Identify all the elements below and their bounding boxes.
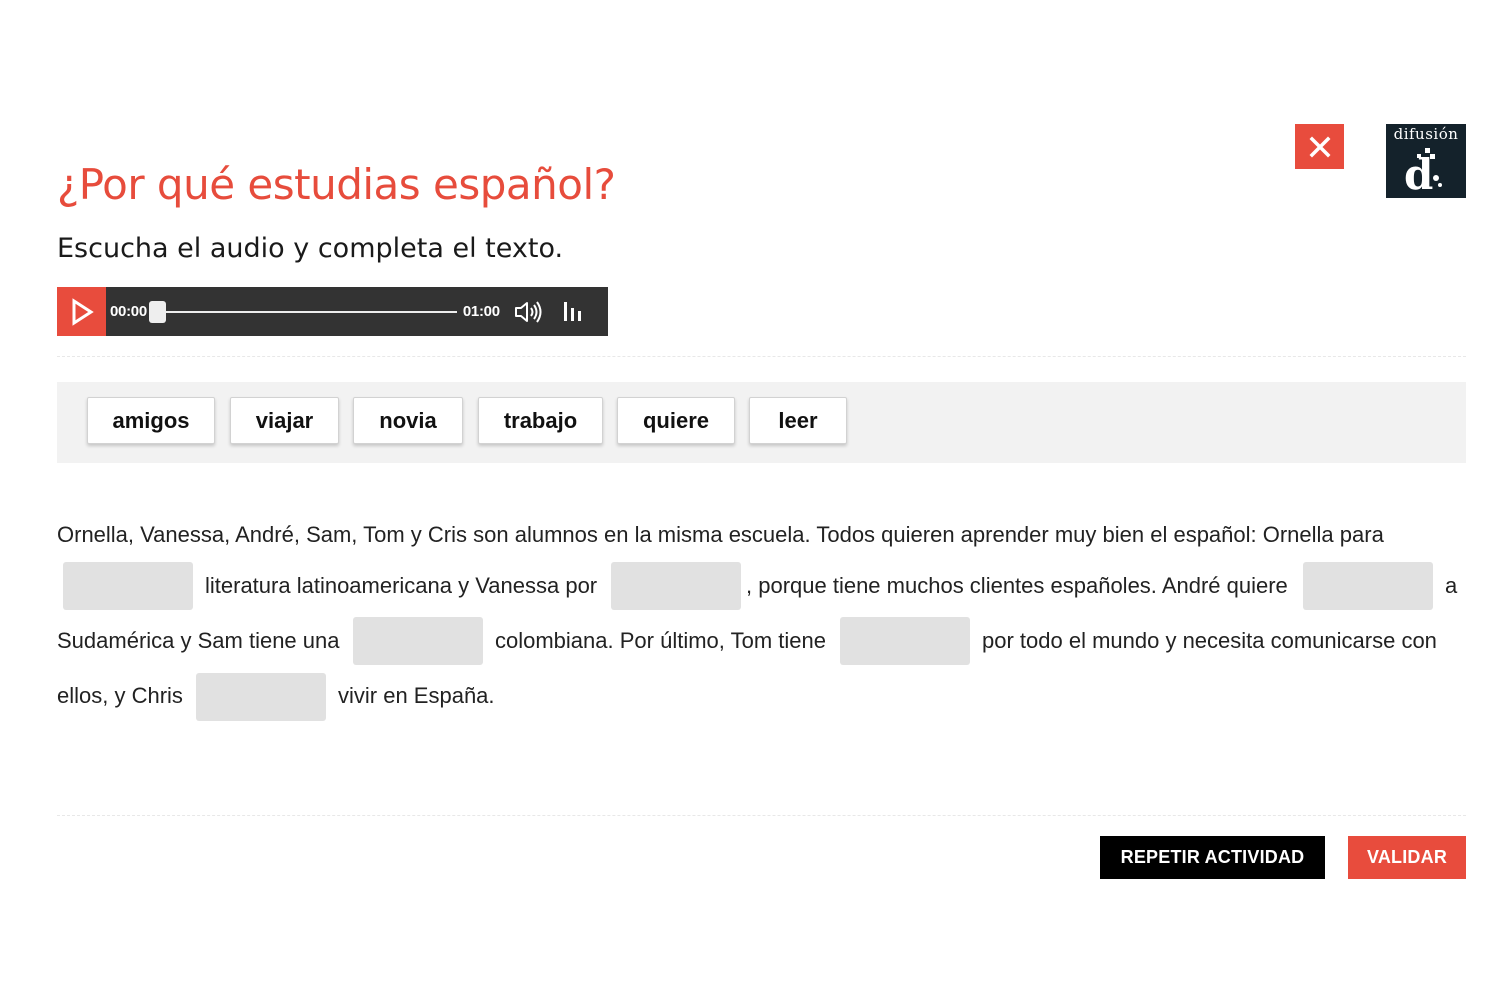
play-icon bbox=[72, 297, 94, 326]
seek-bar[interactable] bbox=[148, 300, 457, 323]
passage-text: ellos, y Chris bbox=[57, 683, 183, 708]
difusion-logo-icon: d bbox=[1404, 148, 1442, 194]
play-button[interactable] bbox=[57, 287, 106, 336]
volume-button[interactable] bbox=[514, 299, 544, 325]
equalizer-icon bbox=[563, 301, 581, 321]
equalizer-button[interactable] bbox=[562, 300, 584, 324]
duration-time: 01:00 bbox=[462, 303, 500, 320]
volume-icon bbox=[514, 300, 542, 323]
passage-text: literatura latinoamericana y Vanessa por bbox=[205, 573, 598, 598]
instruction-text: Escucha el audio y completa el texto. bbox=[57, 233, 564, 264]
passage-text: a bbox=[1445, 573, 1458, 598]
word-chip-amigos[interactable]: amigos bbox=[87, 397, 215, 444]
drop-blank[interactable] bbox=[1303, 562, 1433, 610]
drop-blank[interactable] bbox=[353, 617, 483, 665]
passage-text: , porque tiene muchos clientes españoles… bbox=[746, 573, 1288, 598]
drop-blank[interactable] bbox=[840, 617, 970, 665]
passage-text: Sudamérica y Sam tiene una bbox=[57, 628, 340, 653]
word-chip-leer[interactable]: leer bbox=[749, 397, 847, 444]
page-title: ¿Por qué estudias español? bbox=[57, 160, 616, 209]
word-chip-quiere[interactable]: quiere bbox=[617, 397, 735, 444]
passage-text: vivir en España. bbox=[338, 683, 495, 708]
divider bbox=[57, 815, 1466, 816]
repeat-activity-button[interactable]: REPETIR ACTIVIDAD bbox=[1100, 836, 1325, 879]
validate-button[interactable]: VALIDAR bbox=[1348, 836, 1466, 879]
word-chip-novia[interactable]: novia bbox=[353, 397, 463, 444]
word-bank: amigos viajar novia trabajo quiere leer bbox=[57, 382, 1466, 463]
drop-blank[interactable] bbox=[63, 562, 193, 610]
current-time: 00:00 bbox=[110, 303, 147, 320]
audio-player: 00:00 01:00 bbox=[57, 287, 608, 336]
drop-blank[interactable] bbox=[196, 673, 326, 721]
passage-text: Ornella, Vanessa, André, Sam, Tom y Cris… bbox=[57, 522, 1384, 547]
logo-text: difusión bbox=[1393, 125, 1459, 143]
divider bbox=[57, 356, 1466, 357]
close-button[interactable] bbox=[1295, 124, 1344, 169]
passage-text: colombiana. Por último, Tom tiene bbox=[495, 628, 826, 653]
word-chip-viajar[interactable]: viajar bbox=[230, 397, 339, 444]
seek-handle[interactable] bbox=[148, 300, 166, 323]
publisher-logo: difusión d bbox=[1386, 124, 1466, 198]
drop-blank[interactable] bbox=[611, 562, 741, 610]
passage-text: por todo el mundo y necesita comunicarse… bbox=[982, 628, 1437, 653]
word-chip-trabajo[interactable]: trabajo bbox=[478, 397, 603, 444]
close-icon bbox=[1309, 136, 1330, 157]
